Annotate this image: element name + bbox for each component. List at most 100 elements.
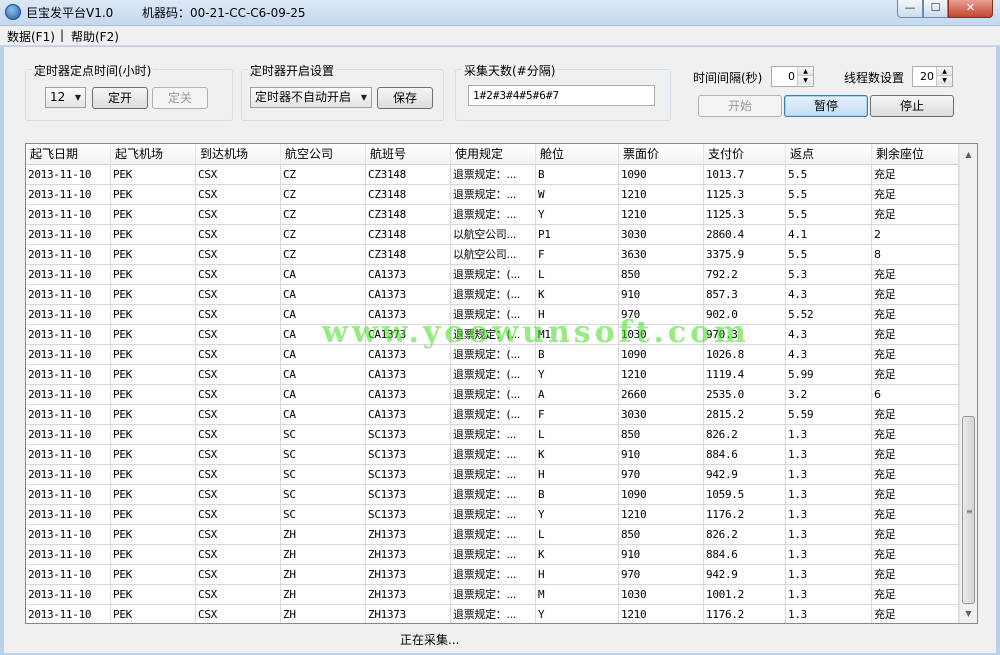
collect-days-input[interactable]: 1#2#3#4#5#6#7 (468, 85, 655, 106)
spin-up-icon[interactable]: ▲ (798, 67, 813, 76)
table-body: 2013-11-10 PEK CSX CZ CZ3148 退票规定：... B 1090 101… (26, 165, 959, 623)
cell-to: CSX (196, 185, 281, 204)
table-row[interactable]: 2013-11-10 PEK CSX SC SC1373 退票规定：... L 850 826.… (26, 425, 959, 445)
table-row[interactable]: 2013-11-10 PEK CSX SC SC1373 退票规定：... K 910 884.… (26, 445, 959, 465)
table-row[interactable]: 2013-11-10 PEK CSX CA CA1373 退票规定：(... A 2660 25… (26, 385, 959, 405)
cell-seats: 充足 (872, 365, 959, 384)
menu-item-help[interactable]: 帮助(F2) (71, 28, 119, 45)
table-row[interactable]: 2013-11-10 PEK CSX ZH ZH1373 退票规定：... M 1030 100… (26, 585, 959, 605)
timer-start-button[interactable]: 定开 (92, 87, 148, 109)
timer-stop-button[interactable]: 定关 (152, 87, 208, 109)
interval-spinner[interactable]: 0 ▲ ▼ (771, 66, 814, 87)
cell-pay-price: 2815.2 (704, 405, 786, 424)
scroll-up-icon[interactable]: ▲ (960, 146, 977, 163)
table-row[interactable]: 2013-11-10 PEK CSX CZ CZ3148 退票规定：... B 1090 101… (26, 165, 959, 185)
stop-button[interactable]: 停止 (870, 95, 954, 117)
column-header-pay-price[interactable]: 支付价 (704, 144, 786, 165)
table-row[interactable]: 2013-11-10 PEK CSX CA CA1373 退票规定：(... K 910 857… (26, 285, 959, 305)
scroll-thumb[interactable]: ≡ (962, 416, 975, 604)
window-title: 巨宝发平台V1.0 (26, 6, 114, 20)
table-row[interactable]: 2013-11-10 PEK CSX ZH ZH1373 退票规定：... H 970 942.… (26, 565, 959, 585)
hour-select-value: 12 (50, 90, 66, 104)
cell-from: PEK (111, 345, 196, 364)
table-row[interactable]: 2013-11-10 PEK CSX SC SC1373 退票规定：... H 970 942.… (26, 465, 959, 485)
hour-select[interactable]: 12 ▼ (45, 87, 86, 108)
table-row[interactable]: 2013-11-10 PEK CSX ZH ZH1373 退票规定：... K 910 884.… (26, 545, 959, 565)
cell-to: CSX (196, 545, 281, 564)
menu-item-data[interactable]: 数据(F1) (7, 28, 55, 45)
cell-face-price: 1210 (619, 185, 704, 204)
vertical-scrollbar[interactable]: ▲ ≡ ▼ (959, 144, 977, 623)
table-row[interactable]: 2013-11-10 PEK CSX ZH ZH1373 退票规定：... L 850 826.… (26, 525, 959, 545)
threads-spinner[interactable]: 20 ▲ ▼ (912, 66, 953, 87)
table-row[interactable]: 2013-11-10 PEK CSX CA CA1373 退票规定：(... M1 1030 9… (26, 325, 959, 345)
column-header-face-price[interactable]: 票面价 (619, 144, 704, 165)
scroll-down-icon[interactable]: ▼ (960, 605, 977, 622)
table-row[interactable]: 2013-11-10 PEK CSX SC SC1373 退票规定：... Y 1210 117… (26, 505, 959, 525)
table-row[interactable]: 2013-11-10 PEK CSX CA CA1373 退票规定：(... B 1090 10… (26, 345, 959, 365)
table-row[interactable]: 2013-11-10 PEK CSX CA CA1373 退票规定：(... Y 1210 11… (26, 365, 959, 385)
column-header-to[interactable]: 到达机场 (196, 144, 281, 165)
cell-from: PEK (111, 505, 196, 524)
cell-flight: CA1373 (366, 345, 451, 364)
cell-face-price: 1210 (619, 365, 704, 384)
cell-airline: ZH (281, 585, 366, 604)
cell-seats: 充足 (872, 305, 959, 324)
threads-label: 线程数设置 (844, 71, 905, 85)
timer-mode-group-label: 定时器开启设置 (248, 62, 337, 79)
cell-face-price: 1210 (619, 605, 704, 623)
column-header-flight[interactable]: 航班号 (366, 144, 451, 165)
cell-flight: CA1373 (366, 385, 451, 404)
cell-pay-price: 792.2 (704, 265, 786, 284)
interval-spin-buttons[interactable]: ▲ ▼ (797, 67, 813, 86)
save-button[interactable]: 保存 (377, 87, 433, 109)
spin-up-icon[interactable]: ▲ (937, 67, 952, 76)
cell-flight: CA1373 (366, 285, 451, 304)
start-button[interactable]: 开始 (698, 95, 782, 117)
timer-mode-group: 定时器开启设置 定时器不自动开启 ▼ 保存 (241, 62, 444, 121)
table-row[interactable]: 2013-11-10 PEK CSX CA CA1373 退票规定：(... L 850 792… (26, 265, 959, 285)
column-header-seats[interactable]: 剩余座位 (872, 144, 959, 165)
spin-down-icon[interactable]: ▼ (798, 76, 813, 85)
table-row[interactable]: 2013-11-10 PEK CSX CZ CZ3148 以航空公司... P1 3030 28… (26, 225, 959, 245)
cell-from: PEK (111, 605, 196, 623)
table-row[interactable]: 2013-11-10 PEK CSX SC SC1373 退票规定：... B 1090 105… (26, 485, 959, 505)
column-header-cabin[interactable]: 舱位 (536, 144, 619, 165)
cell-airline: SC (281, 485, 366, 504)
cell-cabin: K (536, 445, 619, 464)
cell-cabin: Y (536, 205, 619, 224)
column-header-rebate[interactable]: 返点 (786, 144, 872, 165)
cell-seats: 充足 (872, 185, 959, 204)
cell-airline: ZH (281, 525, 366, 544)
cell-face-price: 910 (619, 285, 704, 304)
cell-to: CSX (196, 525, 281, 544)
pause-button[interactable]: 暂停 (784, 95, 868, 117)
threads-spin-buttons[interactable]: ▲ ▼ (936, 67, 952, 86)
cell-rule: 退票规定：... (451, 605, 536, 623)
table-row[interactable]: 2013-11-10 PEK CSX CZ CZ3148 以航空公司... F 3630 337… (26, 245, 959, 265)
cell-rule: 退票规定：(... (451, 305, 536, 324)
cell-pay-price: 1176.2 (704, 605, 786, 623)
close-icon: ✕ (965, 1, 976, 14)
cell-date: 2013-11-10 (26, 465, 111, 484)
table-row[interactable]: 2013-11-10 PEK CSX CA CA1373 退票规定：(... H 970 902… (26, 305, 959, 325)
flight-table[interactable]: 起飞日期 起飞机场 到达机场 航空公司 航班号 使用规定 舱位 票面价 支付价 返点 剩余座位 20… (25, 143, 978, 624)
table-row[interactable]: 2013-11-10 PEK CSX ZH ZH1373 退票规定：... Y 1210 117… (26, 605, 959, 623)
table-row[interactable]: 2013-11-10 PEK CSX CZ CZ3148 退票规定：... W 1210 11… (26, 185, 959, 205)
title-bar: 巨宝发平台V1.0 机器码：00-21-CC-C6-09-25 — ☐ ✕ (0, 0, 1000, 26)
column-header-date[interactable]: 起飞日期 (26, 144, 111, 165)
column-header-rule[interactable]: 使用规定 (451, 144, 536, 165)
column-header-airline[interactable]: 航空公司 (281, 144, 366, 165)
cell-face-price: 850 (619, 265, 704, 284)
minimize-button[interactable]: — (897, 0, 923, 18)
table-row[interactable]: 2013-11-10 PEK CSX CA CA1373 退票规定：(... F 3030 28… (26, 405, 959, 425)
maximize-button[interactable]: ☐ (923, 0, 948, 18)
cell-flight: CA1373 (366, 265, 451, 284)
spin-down-icon[interactable]: ▼ (937, 76, 952, 85)
cell-rule: 退票规定：(... (451, 385, 536, 404)
close-button[interactable]: ✕ (948, 0, 993, 18)
table-row[interactable]: 2013-11-10 PEK CSX CZ CZ3148 退票规定：... Y 1210 112… (26, 205, 959, 225)
column-header-from[interactable]: 起飞机场 (111, 144, 196, 165)
cell-rebate: 1.3 (786, 425, 872, 444)
timer-mode-select[interactable]: 定时器不自动开启 ▼ (250, 87, 372, 108)
